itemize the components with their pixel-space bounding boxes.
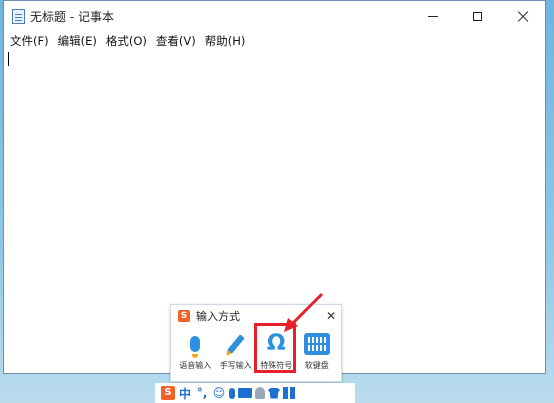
text-caret — [8, 52, 9, 66]
special-symbols-button[interactable]: Ω 特殊符号 — [254, 323, 297, 373]
chinese-mode-toggle[interactable]: 中 — [178, 385, 192, 402]
emoji-icon[interactable]: ☺ — [212, 386, 226, 400]
tool-label: 软键盘 — [304, 361, 329, 370]
maximize-button[interactable] — [455, 1, 500, 32]
menu-format[interactable]: 格式(O) — [106, 33, 147, 49]
microphone-icon — [180, 329, 210, 359]
sogou-icon[interactable]: S — [161, 386, 175, 400]
tool-label: 语音输入 — [179, 361, 212, 370]
sogou-logo-icon: S — [178, 310, 190, 322]
voice-input-button[interactable]: 语音输入 — [176, 329, 214, 371]
menu-view[interactable]: 查看(V) — [156, 33, 196, 49]
user-icon[interactable] — [255, 387, 265, 399]
menu-edit[interactable]: 编辑(E) — [58, 33, 97, 49]
toolbox-icon[interactable] — [283, 387, 295, 399]
red-arrow-pointer — [284, 292, 324, 332]
close-button[interactable] — [500, 1, 545, 32]
punctuation-toggle[interactable]: °, — [195, 386, 209, 400]
minimize-icon — [427, 16, 438, 17]
minimize-button[interactable] — [410, 1, 455, 32]
notepad-icon — [12, 9, 25, 24]
tool-label: 手写输入 — [219, 361, 252, 370]
keyboard-icon[interactable] — [238, 388, 252, 398]
skin-icon[interactable] — [268, 387, 280, 399]
soft-keyboard-button[interactable]: 软键盘 — [298, 329, 336, 371]
menu-bar: 文件(F) 编辑(E) 格式(O) 查看(V) 帮助(H) — [4, 32, 545, 50]
pen-icon — [221, 329, 251, 359]
tool-label: 特殊符号 — [260, 361, 293, 370]
title-bar[interactable]: 无标题 - 记事本 — [4, 1, 545, 32]
ime-status-bar: S 中 °, ☺ — [155, 383, 355, 403]
menu-file[interactable]: 文件(F) — [10, 33, 49, 49]
maximize-icon — [473, 12, 482, 21]
microphone-icon[interactable] — [229, 387, 235, 399]
menu-help[interactable]: 帮助(H) — [205, 33, 246, 49]
window-title: 无标题 - 记事本 — [30, 10, 114, 24]
handwriting-input-button[interactable]: 手写输入 — [217, 329, 255, 371]
close-icon — [517, 11, 529, 23]
ime-panel-title: 输入方式 — [196, 310, 240, 323]
